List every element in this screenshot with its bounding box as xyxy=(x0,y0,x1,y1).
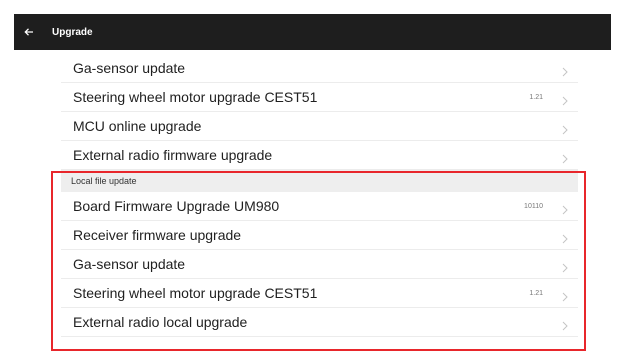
chevron-right-icon xyxy=(562,151,568,169)
chevron-right-icon xyxy=(562,231,568,249)
list-item[interactable]: External radio local upgrade xyxy=(61,308,578,337)
chevron-right-icon xyxy=(562,64,568,82)
arrow-left-icon[interactable] xyxy=(24,27,34,37)
item-label: Ga-sensor update xyxy=(73,256,186,272)
item-label: Steering wheel motor upgrade CEST51 xyxy=(73,285,318,301)
list-item[interactable]: Ga-sensor update xyxy=(61,250,578,279)
title-bar: Upgrade xyxy=(14,14,611,50)
item-label: Ga-sensor update xyxy=(73,60,186,76)
list-item[interactable]: Ga-sensor update xyxy=(61,54,578,83)
item-label: External radio local upgrade xyxy=(73,314,248,330)
chevron-right-icon xyxy=(562,260,568,278)
list-item[interactable]: Board Firmware Upgrade UM980 10110 xyxy=(61,192,578,221)
item-value: 10110 xyxy=(524,202,543,210)
list-item[interactable]: External radio firmware upgrade xyxy=(61,141,578,170)
item-label: External radio firmware upgrade xyxy=(73,147,273,163)
item-label: Board Firmware Upgrade UM980 xyxy=(73,198,280,214)
item-value: 1.21 xyxy=(529,93,543,101)
item-label: MCU online upgrade xyxy=(73,118,202,134)
item-value: 1.21 xyxy=(529,289,543,297)
list-item[interactable]: MCU online upgrade xyxy=(61,112,578,141)
section-header: Local file update xyxy=(61,170,578,192)
item-label: Steering wheel motor upgrade CEST51 xyxy=(73,89,318,105)
chevron-right-icon xyxy=(562,122,568,140)
item-label: Receiver firmware upgrade xyxy=(73,227,242,243)
list-item[interactable]: Steering wheel motor upgrade CEST51 1.21 xyxy=(61,83,578,112)
chevron-right-icon xyxy=(562,202,568,220)
list-item[interactable]: Steering wheel motor upgrade CEST51 1.21 xyxy=(61,279,578,308)
section-title: Local file update xyxy=(71,176,137,186)
page-title: Upgrade xyxy=(52,26,93,38)
chevron-right-icon xyxy=(562,318,568,336)
list-item[interactable]: Receiver firmware upgrade xyxy=(61,221,578,250)
upgrade-list: Ga-sensor update Steering wheel motor up… xyxy=(61,54,578,337)
chevron-right-icon xyxy=(562,93,568,111)
chevron-right-icon xyxy=(562,289,568,307)
